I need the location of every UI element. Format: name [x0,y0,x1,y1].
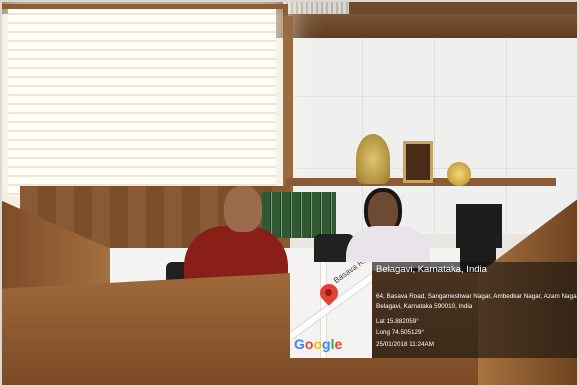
map-road [290,268,372,340]
map-thumbnail: Basava Road Google [290,262,372,358]
google-logo-letter: e [334,336,343,352]
google-logo-letter: g [322,336,331,352]
window-frame [2,4,288,200]
geotag-place: Belagavi, Karnataka, India [376,264,487,275]
map-pin-dot [325,289,332,296]
trophy [447,162,471,186]
geotag-timestamp: 25/01/2018 11:24AM [376,341,435,348]
geotag-longitude: Long 74.505129° [376,329,425,336]
man-head [224,186,262,232]
geotag-address: 64, Basava Road, Sangameshwar Nagar, Amb… [376,292,579,312]
wood-fascia [268,14,579,38]
air-vent [283,0,349,15]
google-logo-letter: o [313,336,323,352]
award-plaque [356,134,390,184]
google-logo: Google [294,336,342,352]
office-photo: Basava Road Google Belagavi, Karnataka, … [0,0,579,387]
file-binders [262,192,336,238]
geotag-overlay: Basava Road Google Belagavi, Karnataka, … [290,262,579,358]
google-logo-letter: G [294,336,305,352]
geotag-latitude: Lat 15.882059° [376,318,419,325]
geotag-address-line-2: Belagavi, Karnataka 590010, India [376,303,473,310]
geotag-address-line-1: 64, Basava Road, Sangameshwar Nagar, Amb… [376,293,579,300]
geotag-info-panel: Belagavi, Karnataka, India 64, Basava Ro… [372,262,579,358]
framed-award [403,141,433,183]
